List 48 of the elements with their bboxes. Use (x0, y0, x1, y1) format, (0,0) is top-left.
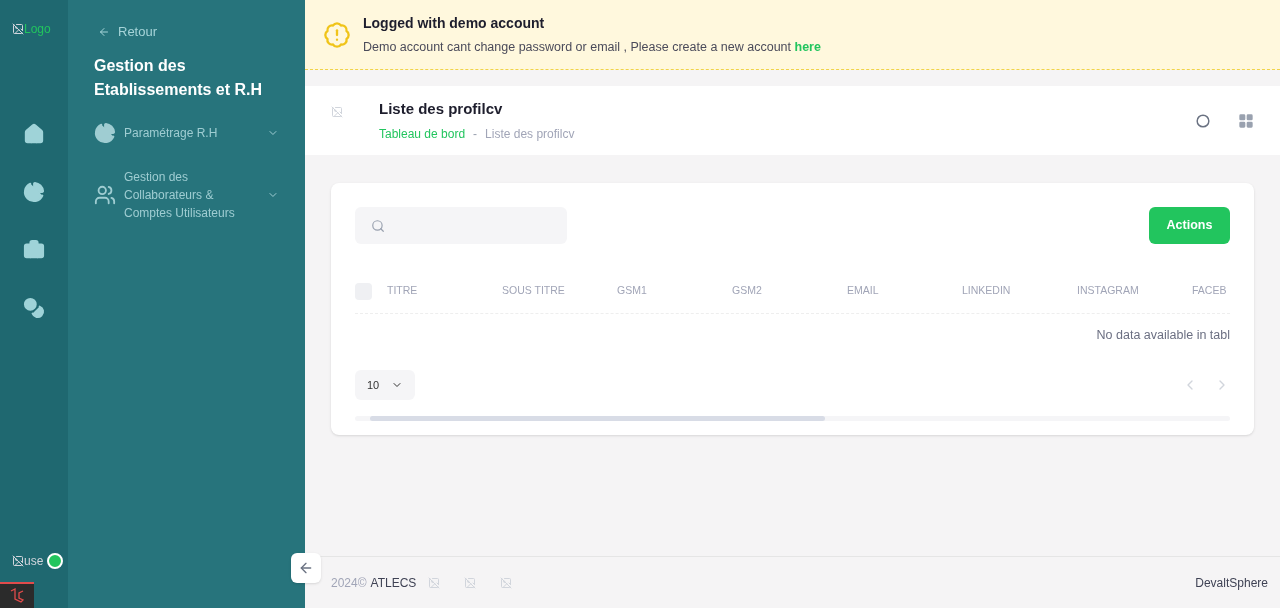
broken-image-icon (500, 576, 513, 589)
here-link[interactable]: here (794, 39, 821, 54)
search-icon (371, 217, 386, 234)
broken-image-icon (12, 23, 24, 35)
circle-icon[interactable] (1196, 113, 1210, 128)
column-header[interactable]: LINKEDIN (962, 283, 1077, 299)
breadcrumb-separator: - (473, 125, 478, 143)
column-header[interactable]: SOUS TITRE (502, 283, 617, 299)
broken-image-icon (428, 576, 441, 589)
grid-icon[interactable] (1238, 112, 1254, 129)
broken-image-icon (331, 106, 343, 118)
coins-icon-button[interactable] (23, 297, 45, 319)
column-header[interactable]: FACEB (1192, 283, 1230, 299)
search-field[interactable] (355, 207, 567, 244)
sidebar-title: Gestion des Etablissements et R.H (94, 55, 264, 100)
actions-button[interactable]: Actions (1149, 207, 1230, 244)
briefcase-icon-button[interactable] (23, 239, 45, 261)
column-header[interactable]: GSM2 (732, 283, 847, 299)
broken-image-icon (12, 555, 24, 567)
logo-alt-text: Logo (24, 21, 51, 38)
copyright-year: 2024© (331, 574, 367, 592)
breadcrumb-link[interactable]: Tableau de bord (379, 124, 466, 143)
column-header[interactable]: TITRE (387, 283, 502, 299)
banner-title: Logged with demo account (363, 13, 546, 33)
warning-icon (323, 20, 351, 49)
back-link[interactable]: Retour (98, 22, 158, 42)
banner-message: Demo account cant change password or email , Please create a new account here (363, 38, 821, 56)
column-header[interactable]: INSTAGRAM (1077, 283, 1192, 299)
home-icon-button[interactable] (23, 123, 45, 145)
breadcrumb-link[interactable]: Liste des profilcv (485, 124, 575, 143)
pie-chart-icon-button[interactable] (23, 181, 45, 203)
sidebar-menu-item[interactable]: Gestion des Collaborateurs & Comptes Utilisateurs (94, 167, 279, 222)
sidebar-menu-item[interactable]: Paramétrage R.H (94, 121, 279, 144)
column-header[interactable]: GSM1 (617, 283, 732, 299)
broken-image-icon (464, 576, 477, 589)
company-name: ATLECS (370, 574, 417, 592)
empty-table-message: No data available in tabl (1096, 327, 1230, 344)
user-alt-text: use (24, 553, 44, 570)
page-title: Liste des profilcv (379, 99, 504, 120)
arrow-left-icon (298, 560, 314, 576)
users-icon (94, 183, 116, 206)
brand-name: DevaltSphere (1195, 574, 1268, 592)
app-logo-icon[interactable] (0, 582, 34, 608)
page-size-select[interactable]: 10 (355, 369, 416, 400)
arrow-left-icon (98, 25, 110, 38)
pie-chart-icon (94, 121, 116, 144)
collapse-sidebar-button[interactable] (291, 553, 321, 583)
column-header[interactable]: EMAIL (847, 283, 962, 299)
